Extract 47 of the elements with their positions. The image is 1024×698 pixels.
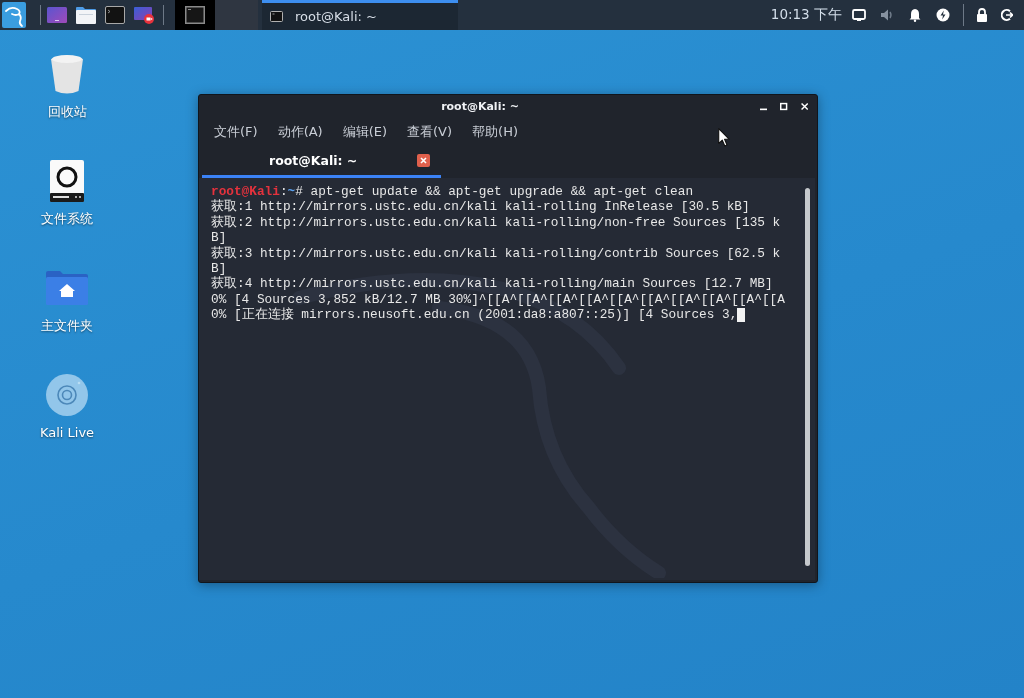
menu-item[interactable]: 动作(A) [269, 121, 331, 143]
output-line: B] [211, 261, 227, 277]
clock[interactable]: 10:13 下午 [770, 6, 842, 24]
prompt-path: ~ [287, 184, 296, 200]
desktop-icon-label[interactable]: Kali Live [39, 425, 95, 441]
bolt-circle-icon[interactable] [936, 8, 950, 22]
mouse-pointer-icon [718, 128, 730, 147]
output-line: 获取:4 http://mirrors.ustc.edu.cn/kali kali-rolling/main Sources [12.7 MB] [211, 276, 773, 292]
output-line: 0% [正在连接 mirrors.neusoft.edu.cn (2001:da8:a807::25)] [4 Sources 3, [211, 307, 738, 323]
prompt-separator: : [279, 184, 288, 200]
output-line: 获取:3 http://mirrors.ustc.edu.cn/kali kali-rolling/contrib Sources [62.5 k [211, 245, 781, 262]
maximize-icon[interactable] [780, 102, 788, 111]
screen-recorder-icon[interactable] [134, 6, 154, 24]
window-thumbnail-icon [185, 6, 205, 24]
window-title: root@Kali: ~ [440, 100, 520, 113]
terminal-panel[interactable] [199, 178, 815, 580]
prompt-symbol: # [295, 184, 303, 200]
menu-item[interactable]: 文件(F) [206, 121, 266, 143]
home-folder-icon[interactable] [46, 271, 88, 305]
close-icon[interactable] [417, 154, 430, 167]
desktop-icon-label[interactable]: 文件系统 [41, 211, 93, 227]
menu-item[interactable]: 编辑(E) [334, 121, 396, 143]
dragon-logo-icon[interactable] [2, 2, 26, 28]
command-text: apt-get update && apt-get upgrade && apt-get clean [310, 184, 694, 200]
folder-icon[interactable] [76, 6, 96, 24]
bell-icon[interactable] [908, 8, 922, 22]
terminal-icon [270, 11, 283, 22]
menu-item[interactable]: 帮助(H) [464, 121, 526, 143]
volume-icon[interactable] [880, 8, 894, 22]
taskbar-button[interactable]: root@Kali: ~ [262, 0, 458, 30]
prompt-user: root@Kali [211, 184, 280, 199]
desktop-icon-label[interactable]: 主文件夹 [41, 318, 93, 334]
output-line: 0% [4 Sources 3,852 kB/12.7 MB 30%]^[[A^[[A^[[A^[[A^[[A^[[A^[[A^[[A^[[A^[[A [211, 291, 785, 307]
close-icon[interactable] [800, 102, 808, 111]
logout-icon[interactable] [1001, 8, 1013, 22]
terminal-icon[interactable] [105, 6, 125, 24]
output-line: 获取:1 http://mirrors.ustc.edu.cn/kali kali-rolling InRelease [30.5 kB] [211, 199, 750, 215]
lock-icon[interactable] [976, 8, 988, 22]
output-line: B] [211, 230, 227, 246]
monitor-icon[interactable] [852, 8, 866, 22]
scrollbar[interactable] [805, 188, 810, 566]
screen-icon[interactable] [47, 6, 67, 24]
output-line: 获取:2 http://mirrors.ustc.edu.cn/kali kali-rolling/non-free Sources [135 k [211, 214, 781, 231]
workspace-button[interactable] [175, 0, 215, 30]
menu-item[interactable]: 查看(V) [399, 121, 461, 143]
trash-icon[interactable] [49, 53, 85, 95]
drive-icon[interactable] [50, 160, 84, 202]
